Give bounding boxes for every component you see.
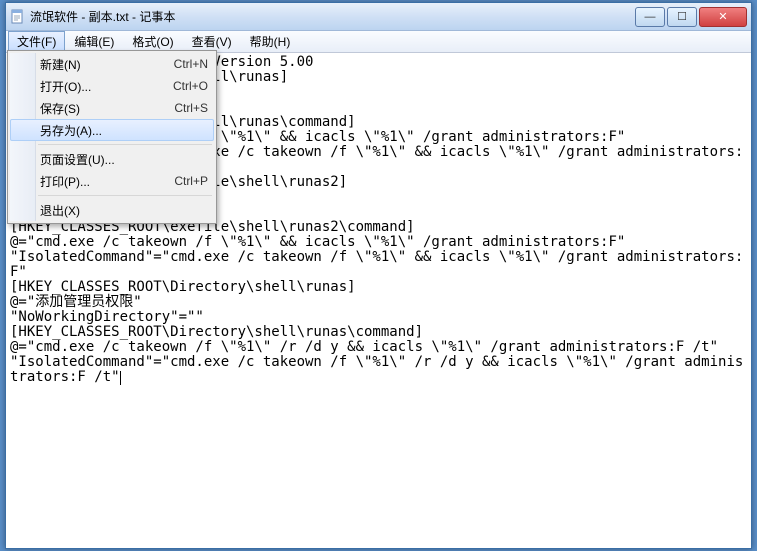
menu-label: 新建(N)	[40, 56, 174, 73]
minimize-button[interactable]: —	[635, 7, 665, 27]
text-caret	[120, 371, 121, 385]
menu-edit[interactable]: 编辑(E)	[65, 31, 123, 52]
menu-separator	[38, 195, 212, 196]
menu-item-new[interactable]: 新建(N) Ctrl+N	[10, 53, 214, 75]
window-controls: — ☐ ✕	[633, 7, 747, 27]
menu-item-print[interactable]: 打印(P)... Ctrl+P	[10, 170, 214, 192]
menu-label: 另存为(A)...	[40, 122, 207, 139]
menu-label: 打开(O)...	[40, 78, 173, 95]
menu-item-exit[interactable]: 退出(X)	[10, 199, 214, 221]
menu-shortcut: Ctrl+P	[174, 174, 208, 188]
menu-shortcut: Ctrl+S	[174, 101, 208, 115]
menu-help[interactable]: 帮助(H)	[241, 31, 300, 52]
menu-label: 保存(S)	[40, 100, 174, 117]
menu-file[interactable]: 文件(F)	[8, 31, 65, 52]
menu-item-saveas[interactable]: 另存为(A)...	[10, 119, 214, 141]
menu-label: 页面设置(U)...	[40, 151, 208, 168]
maximize-button[interactable]: ☐	[667, 7, 697, 27]
file-menu-dropdown: 新建(N) Ctrl+N 打开(O)... Ctrl+O 保存(S) Ctrl+…	[7, 50, 217, 224]
window-title: 流氓软件 - 副本.txt - 记事本	[30, 8, 633, 25]
close-button[interactable]: ✕	[699, 7, 747, 27]
menu-view[interactable]: 查看(V)	[183, 31, 241, 52]
menu-shortcut: Ctrl+O	[173, 79, 208, 93]
menu-label: 退出(X)	[40, 202, 208, 219]
menu-shortcut: Ctrl+N	[174, 57, 208, 71]
menu-format[interactable]: 格式(O)	[123, 31, 182, 52]
menu-item-save[interactable]: 保存(S) Ctrl+S	[10, 97, 214, 119]
menu-item-open[interactable]: 打开(O)... Ctrl+O	[10, 75, 214, 97]
notepad-icon	[10, 9, 26, 25]
menu-label: 打印(P)...	[40, 173, 174, 190]
menu-item-pagesetup[interactable]: 页面设置(U)...	[10, 148, 214, 170]
menu-separator	[38, 144, 212, 145]
titlebar[interactable]: 流氓软件 - 副本.txt - 记事本 — ☐ ✕	[6, 3, 751, 31]
